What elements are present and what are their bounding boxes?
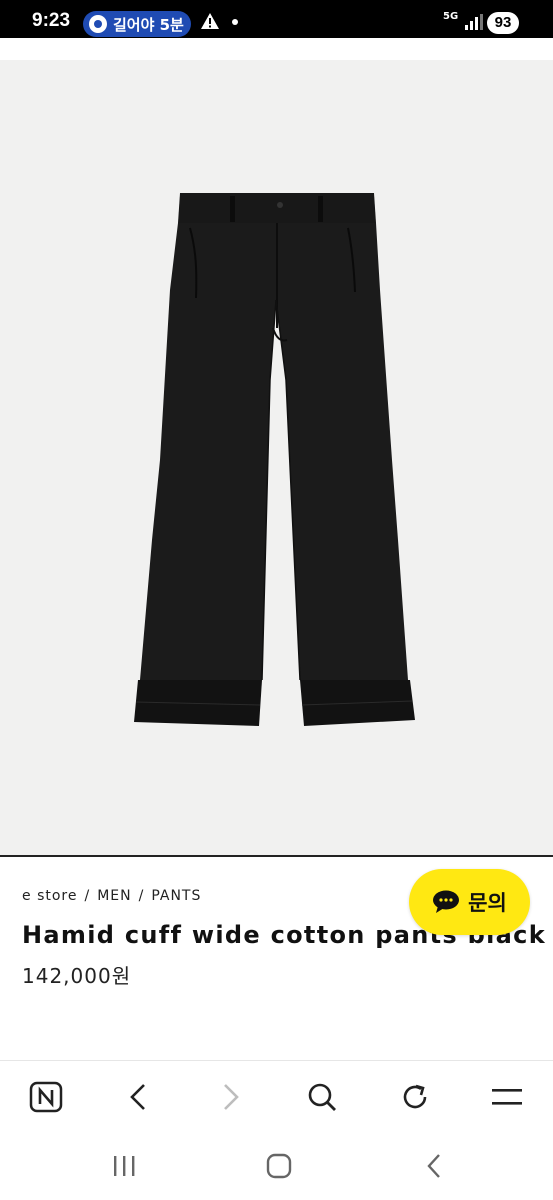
forward-button[interactable] xyxy=(211,1077,251,1117)
naver-home-icon xyxy=(29,1081,63,1113)
section-divider xyxy=(0,855,553,857)
battery-level: 93 xyxy=(487,12,519,34)
inquiry-button[interactable]: 문의 xyxy=(409,869,530,935)
back-icon xyxy=(427,1154,440,1178)
forward-arrow-icon xyxy=(224,1084,239,1110)
home-button[interactable] xyxy=(259,1150,299,1182)
breadcrumb: e store / MEN / PANTS xyxy=(22,888,201,904)
search-icon xyxy=(308,1083,336,1111)
naver-home-button[interactable] xyxy=(26,1077,66,1117)
warning-icon xyxy=(201,13,219,29)
refresh-button[interactable] xyxy=(395,1077,435,1117)
search-button[interactable] xyxy=(302,1077,342,1117)
breadcrumb-item-store[interactable]: e store xyxy=(22,888,77,904)
product-price: 142,000원 xyxy=(22,964,132,988)
breadcrumb-separator: / xyxy=(84,888,91,904)
menu-button[interactable] xyxy=(487,1077,527,1117)
navigation-app-icon xyxy=(89,15,107,33)
system-back-button[interactable] xyxy=(414,1150,454,1182)
breadcrumb-separator: / xyxy=(138,888,145,904)
breadcrumb-item-pants[interactable]: PANTS xyxy=(151,888,201,904)
notification-dot xyxy=(232,19,238,25)
back-arrow-icon xyxy=(130,1084,145,1110)
recent-apps-icon xyxy=(114,1156,135,1176)
browser-toolbar xyxy=(0,1060,553,1133)
network-type: 5G xyxy=(443,11,459,22)
signal-icon xyxy=(465,14,483,30)
status-time: 9:23 xyxy=(32,10,71,31)
product-image[interactable] xyxy=(0,60,553,855)
breadcrumb-item-men[interactable]: MEN xyxy=(97,888,131,904)
refresh-icon xyxy=(403,1084,427,1109)
home-icon xyxy=(266,1153,292,1179)
status-bar: 9:23 길어야 5분 5G 93 xyxy=(0,0,553,38)
recent-apps-button[interactable] xyxy=(104,1150,144,1182)
back-button[interactable] xyxy=(118,1077,158,1117)
navigation-pill-text: 길어야 5분 xyxy=(113,15,184,34)
menu-icon xyxy=(492,1089,522,1105)
inquiry-button-label: 문의 xyxy=(468,891,507,915)
pants-image xyxy=(134,193,415,726)
navigation-pill[interactable]: 길어야 5분 xyxy=(83,11,191,37)
system-nav-bar xyxy=(0,1132,553,1200)
speech-bubble-icon xyxy=(433,890,460,913)
